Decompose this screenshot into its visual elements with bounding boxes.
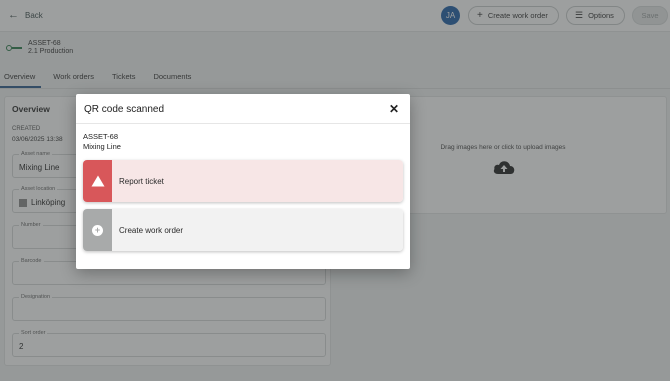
qr-scanned-dialog: QR code scanned ✕ ASSET-68 Mixing Line R…	[76, 94, 410, 269]
warning-icon	[83, 160, 112, 202]
report-ticket-label: Report ticket	[112, 160, 403, 202]
report-ticket-button[interactable]: Report ticket	[83, 160, 403, 202]
scanned-asset-name: Mixing Line	[83, 142, 121, 151]
scanned-asset-info: ASSET-68 Mixing Line	[83, 132, 121, 152]
scanned-asset-id: ASSET-68	[83, 132, 119, 141]
close-icon[interactable]: ✕	[388, 103, 400, 115]
create-work-order-option[interactable]: + Create work order	[83, 209, 403, 251]
dialog-title: QR code scanned	[84, 104, 165, 115]
create-work-order-option-label: Create work order	[112, 209, 403, 251]
divider	[76, 123, 410, 124]
plus-circle-icon: +	[83, 209, 112, 251]
